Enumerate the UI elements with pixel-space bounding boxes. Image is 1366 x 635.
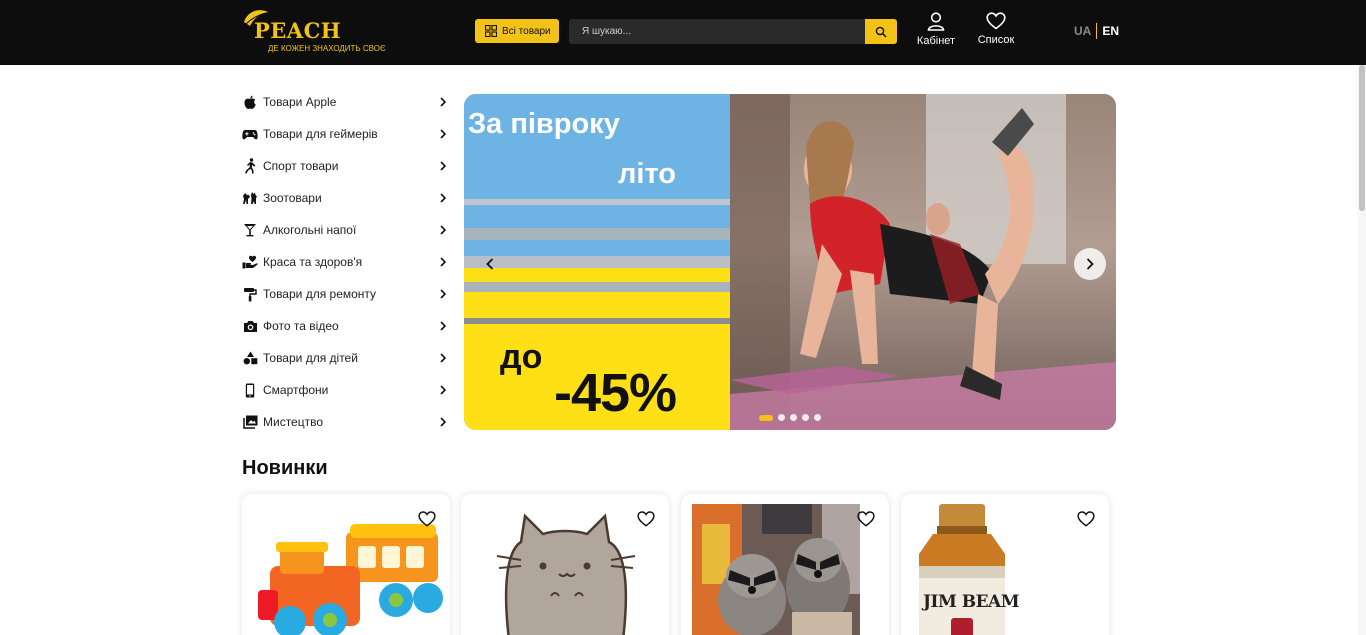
sidebar-item-art[interactable]: Мистецтво bbox=[242, 406, 452, 438]
hand-heart-icon bbox=[242, 254, 258, 270]
cabinet-label: Кабінет bbox=[916, 35, 956, 47]
wishlist-label: Список bbox=[977, 34, 1015, 46]
cabinet-link[interactable]: Кабінет bbox=[914, 12, 958, 47]
chevron-right-icon bbox=[1086, 258, 1094, 270]
sidebar-item-label: Товари Apple bbox=[263, 95, 337, 109]
grid-icon bbox=[485, 25, 497, 37]
sidebar-item-apple[interactable]: Товари Apple bbox=[242, 86, 452, 118]
smartphone-icon bbox=[242, 382, 258, 398]
carousel-dot-4[interactable] bbox=[802, 414, 809, 421]
carousel-dot-1[interactable] bbox=[759, 414, 773, 421]
sidebar-item-label: Товари для ремонту bbox=[263, 287, 377, 301]
logo[interactable]: PEACH ДЕ КОЖЕН ЗНАХОДИТЬ СВОЄ bbox=[242, 8, 386, 56]
product-image-raccoons bbox=[692, 504, 860, 635]
chevron-right-icon bbox=[440, 193, 446, 203]
cocktail-icon bbox=[242, 222, 258, 238]
carousel-next-button[interactable] bbox=[1074, 248, 1106, 280]
chevron-right-icon bbox=[440, 257, 446, 267]
product-card[interactable]: JIM BEAM bbox=[901, 494, 1109, 635]
scrollbar-thumb[interactable] bbox=[1359, 65, 1365, 211]
user-icon bbox=[927, 12, 945, 31]
camera-icon bbox=[242, 318, 258, 334]
product-image-jim-beam-bottle bbox=[919, 504, 1005, 635]
wishlist-link[interactable]: Список bbox=[975, 12, 1017, 46]
sidebar-item-label: Товари для дітей bbox=[263, 351, 358, 365]
chevron-right-icon bbox=[440, 353, 446, 363]
gamepad-icon bbox=[242, 126, 258, 142]
sidebar-item-label: Товари для геймерів bbox=[263, 127, 378, 141]
paint-roller-icon bbox=[242, 286, 258, 302]
banner-discount: -45% bbox=[554, 363, 677, 423]
chevron-left-icon bbox=[486, 258, 494, 270]
product-card[interactable] bbox=[681, 494, 889, 635]
search-icon bbox=[875, 26, 887, 38]
carousel-dot-3[interactable] bbox=[790, 414, 797, 421]
sidebar-item-beauty[interactable]: Краса та здоров'я bbox=[242, 246, 452, 278]
carousel-dot-5[interactable] bbox=[814, 414, 821, 421]
banner-fitness-photo bbox=[730, 94, 1116, 430]
chevron-right-icon bbox=[440, 97, 446, 107]
section-title-new: Новинки bbox=[242, 457, 328, 479]
sidebar-item-gamers[interactable]: Товари для геймерів bbox=[242, 118, 452, 150]
banner-headline: За півроку bbox=[468, 108, 620, 140]
search-button[interactable] bbox=[865, 19, 897, 44]
sidebar-item-label: Мистецтво bbox=[263, 415, 324, 429]
banner-prefix: до bbox=[500, 338, 543, 376]
carousel-dot-2[interactable] bbox=[778, 414, 785, 421]
lang-ua[interactable]: UA bbox=[1074, 24, 1096, 38]
product-image-label: JIM BEAM bbox=[923, 592, 1020, 612]
chevron-right-icon bbox=[440, 129, 446, 139]
carousel-dots bbox=[759, 414, 821, 421]
product-image-pusheen-cat bbox=[496, 513, 636, 635]
shapes-icon bbox=[242, 350, 258, 366]
carousel-prev-button[interactable] bbox=[474, 248, 506, 280]
wishlist-heart-icon[interactable] bbox=[637, 510, 655, 528]
sidebar-item-repair[interactable]: Товари для ремонту bbox=[242, 278, 452, 310]
banner-subheadline: літо bbox=[618, 158, 677, 190]
sidebar-item-label: Фото та відео bbox=[263, 319, 339, 333]
heart-icon bbox=[986, 12, 1006, 30]
all-goods-button[interactable]: Всі товари bbox=[475, 19, 559, 43]
sidebar-item-label: Алкогольні напої bbox=[263, 223, 357, 237]
sidebar-item-photo[interactable]: Фото та відео bbox=[242, 310, 452, 342]
chevron-right-icon bbox=[440, 289, 446, 299]
sidebar-item-smartphones[interactable]: Смартфони bbox=[242, 374, 452, 406]
chevron-right-icon bbox=[440, 417, 446, 427]
chevron-right-icon bbox=[440, 161, 446, 171]
chevron-right-icon bbox=[440, 321, 446, 331]
sidebar-item-kids[interactable]: Товари для дітей bbox=[242, 342, 452, 374]
promo-banner[interactable]: За півроку літо до -45% bbox=[464, 94, 1116, 430]
product-card[interactable] bbox=[242, 494, 450, 635]
sidebar-item-pets[interactable]: Зоотовари bbox=[242, 182, 452, 214]
search-input[interactable] bbox=[569, 19, 865, 44]
all-goods-label: Всі товари bbox=[502, 25, 551, 37]
logo-text: PEACH bbox=[254, 18, 342, 43]
sidebar-item-label: Спорт товари bbox=[263, 159, 339, 173]
wishlist-heart-icon[interactable] bbox=[857, 510, 875, 528]
product-image-toy-train bbox=[258, 524, 443, 635]
wishlist-heart-icon[interactable] bbox=[1077, 510, 1095, 528]
wishlist-heart-icon[interactable] bbox=[418, 510, 436, 528]
sidebar-item-alcohol[interactable]: Алкогольні напої bbox=[242, 214, 452, 246]
runner-icon bbox=[242, 158, 258, 174]
search-bar bbox=[569, 19, 897, 44]
apple-icon bbox=[242, 94, 258, 110]
logo-tagline: ДЕ КОЖЕН ЗНАХОДИТЬ СВОЄ bbox=[268, 44, 386, 53]
gallery-icon bbox=[242, 414, 258, 430]
chevron-right-icon bbox=[440, 225, 446, 235]
pets-icon bbox=[242, 190, 258, 206]
top-header: PEACH ДЕ КОЖЕН ЗНАХОДИТЬ СВОЄ Всі товари… bbox=[0, 0, 1366, 65]
sidebar-item-label: Краса та здоров'я bbox=[263, 255, 363, 269]
chevron-right-icon bbox=[440, 385, 446, 395]
category-sidebar: Товари Apple Товари для геймерів Спорт т… bbox=[242, 86, 452, 438]
sidebar-item-sport[interactable]: Спорт товари bbox=[242, 150, 452, 182]
language-switcher: UA EN bbox=[1074, 23, 1119, 39]
product-card[interactable] bbox=[461, 494, 669, 635]
sidebar-item-label: Смартфони bbox=[263, 383, 329, 397]
sidebar-item-label: Зоотовари bbox=[263, 191, 322, 205]
lang-en[interactable]: EN bbox=[1097, 24, 1119, 38]
page-scrollbar[interactable] bbox=[1358, 65, 1366, 635]
